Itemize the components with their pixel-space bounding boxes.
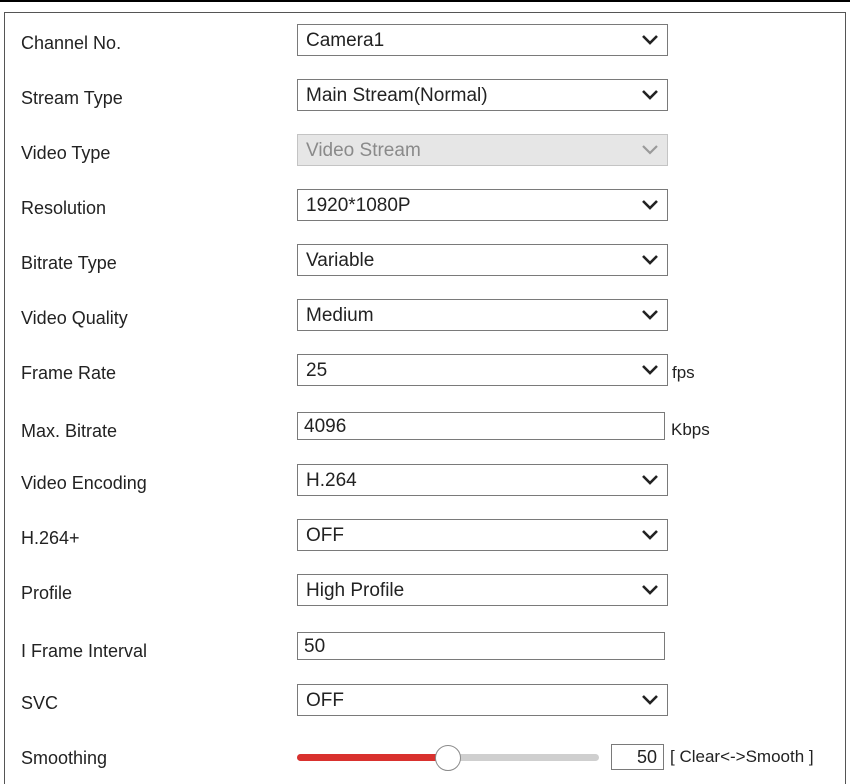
row-resolution: Resolution 1920*1080P xyxy=(5,189,845,223)
row-stream-type: Stream Type Main Stream(Normal) xyxy=(5,79,845,113)
chevron-down-icon xyxy=(642,365,658,375)
h264-plus-label: H.264+ xyxy=(21,528,80,548)
video-encoding-value: H.264 xyxy=(306,470,357,491)
row-svc: SVC OFF xyxy=(5,684,845,718)
chevron-down-icon xyxy=(642,255,658,265)
svc-select[interactable]: OFF xyxy=(297,684,668,716)
frame-rate-value: 25 xyxy=(306,360,328,381)
bitrate-type-value: Variable xyxy=(306,250,375,271)
profile-select[interactable]: High Profile xyxy=(297,574,668,606)
row-max-bitrate: Max. Bitrate 4096 Kbps xyxy=(5,412,845,446)
frame-rate-unit: fps xyxy=(672,363,695,382)
video-quality-select[interactable]: Medium xyxy=(297,299,668,331)
row-frame-rate: Frame Rate 25 fps xyxy=(5,354,845,388)
resolution-label: Resolution xyxy=(21,198,107,218)
video-type-value: Video Stream xyxy=(306,140,421,161)
h264-plus-value: OFF xyxy=(306,525,344,546)
channel-label: Channel No. xyxy=(21,33,122,53)
svc-value: OFF xyxy=(306,690,344,711)
bitrate-type-select[interactable]: Variable xyxy=(297,244,668,276)
smoothing-value: 50 xyxy=(636,747,657,767)
smoothing-hint: [ Clear<->Smooth ] xyxy=(670,747,814,766)
channel-value: Camera1 xyxy=(306,30,385,51)
smoothing-slider-handle[interactable] xyxy=(435,745,461,771)
row-profile: Profile High Profile xyxy=(5,574,845,608)
video-type-select: Video Stream xyxy=(297,134,668,166)
row-video-type: Video Type Video Stream xyxy=(5,134,845,168)
channel-select[interactable]: Camera1 xyxy=(297,24,668,56)
row-video-quality: Video Quality Medium xyxy=(5,299,845,333)
smoothing-slider-fill xyxy=(297,754,448,761)
video-encoding-label: Video Encoding xyxy=(21,473,147,493)
profile-value: High Profile xyxy=(306,580,405,601)
row-h264-plus: H.264+ OFF xyxy=(5,519,845,553)
bitrate-type-label: Bitrate Type xyxy=(21,253,117,273)
video-type-label: Video Type xyxy=(21,143,111,163)
chevron-down-icon xyxy=(642,695,658,705)
resolution-select[interactable]: 1920*1080P xyxy=(297,189,668,221)
chevron-down-icon xyxy=(642,90,658,100)
frame-rate-select[interactable]: 25 xyxy=(297,354,668,386)
stream-type-value: Main Stream(Normal) xyxy=(306,85,488,106)
h264-plus-select[interactable]: OFF xyxy=(297,519,668,551)
chevron-down-icon xyxy=(642,530,658,540)
video-quality-value: Medium xyxy=(306,305,374,326)
i-frame-interval-label: I Frame Interval xyxy=(21,641,148,661)
smoothing-label: Smoothing xyxy=(21,748,108,768)
video-quality-label: Video Quality xyxy=(21,308,128,328)
frame-rate-label: Frame Rate xyxy=(21,363,117,383)
video-settings-panel: Channel No. Camera1 Stream Type Main Str… xyxy=(4,12,846,784)
resolution-value: 1920*1080P xyxy=(306,195,411,216)
max-bitrate-label: Max. Bitrate xyxy=(21,421,118,441)
chevron-down-icon xyxy=(642,145,658,155)
smoothing-value-box[interactable]: 50 xyxy=(611,744,664,770)
chevron-down-icon xyxy=(642,35,658,45)
row-smoothing: Smoothing 50 [ Clear<->Smooth ] xyxy=(5,739,845,773)
max-bitrate-input[interactable]: 4096 xyxy=(297,412,665,440)
chevron-down-icon xyxy=(642,585,658,595)
svc-label: SVC xyxy=(21,693,59,713)
max-bitrate-unit: Kbps xyxy=(671,420,710,439)
chevron-down-icon xyxy=(642,475,658,485)
top-border xyxy=(0,0,850,2)
stream-type-select[interactable]: Main Stream(Normal) xyxy=(297,79,668,111)
row-channel: Channel No. Camera1 xyxy=(5,24,845,58)
i-frame-interval-input[interactable]: 50 xyxy=(297,632,665,660)
chevron-down-icon xyxy=(642,200,658,210)
max-bitrate-value: 4096 xyxy=(304,416,347,437)
row-i-frame-interval: I Frame Interval 50 xyxy=(5,632,845,666)
video-encoding-select[interactable]: H.264 xyxy=(297,464,668,496)
profile-label: Profile xyxy=(21,583,73,603)
stream-type-label: Stream Type xyxy=(21,88,123,108)
chevron-down-icon xyxy=(642,310,658,320)
row-bitrate-type: Bitrate Type Variable xyxy=(5,244,845,278)
row-video-encoding: Video Encoding H.264 xyxy=(5,464,845,498)
i-frame-interval-value: 50 xyxy=(304,636,326,657)
